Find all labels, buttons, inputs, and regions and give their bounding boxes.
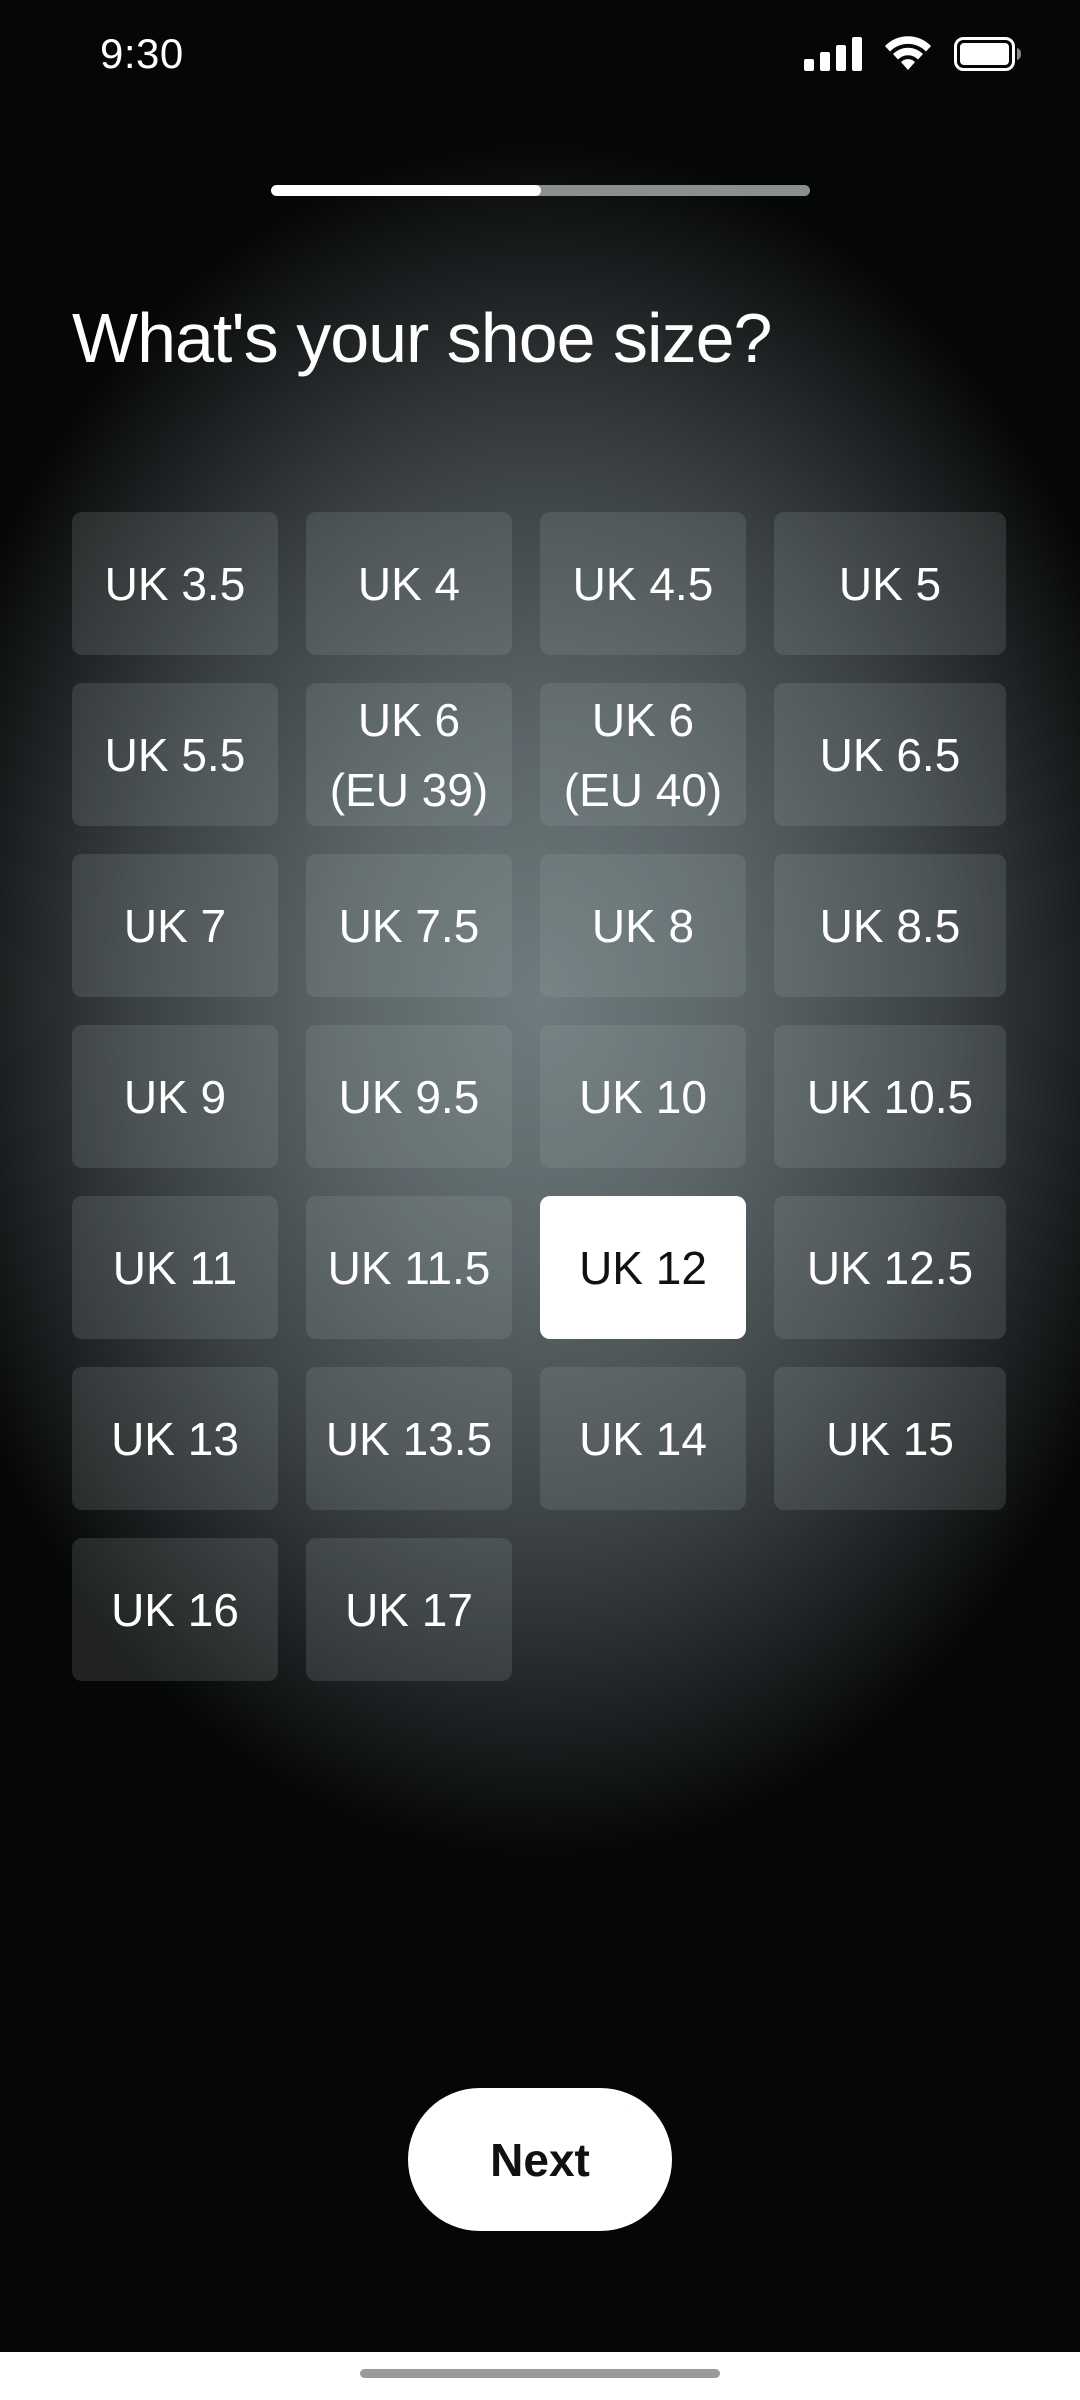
shoe-size-option[interactable]: UK 5.5 bbox=[72, 683, 278, 826]
shoe-size-option[interactable]: UK 11 bbox=[72, 1196, 278, 1339]
shoe-size-option[interactable]: UK 12.5 bbox=[774, 1196, 1006, 1339]
shoe-size-option[interactable]: UK 7 bbox=[72, 854, 278, 997]
shoe-size-option[interactable]: UK 6.5 bbox=[774, 683, 1006, 826]
status-bar: 9:30 bbox=[0, 0, 1080, 110]
page-title: What's your shoe size? bbox=[72, 299, 772, 377]
status-time: 9:30 bbox=[100, 30, 184, 77]
shoe-size-screen: 9:30 What's your shoe size? UK 3.5 UK 4 … bbox=[0, 0, 1080, 2400]
next-button[interactable]: Next bbox=[408, 2088, 672, 2231]
shoe-size-option[interactable]: UK 9.5 bbox=[306, 1025, 512, 1168]
shoe-size-option[interactable]: UK 10.5 bbox=[774, 1025, 1006, 1168]
shoe-size-option[interactable]: UK 4.5 bbox=[540, 512, 746, 655]
onboarding-progress-bar bbox=[271, 185, 810, 196]
shoe-size-option[interactable]: UK 5 bbox=[774, 512, 1006, 655]
shoe-size-option[interactable]: UK 13 bbox=[72, 1367, 278, 1510]
wifi-icon bbox=[884, 36, 932, 77]
shoe-size-option[interactable]: UK 10 bbox=[540, 1025, 746, 1168]
shoe-size-option[interactable]: UK 13.5 bbox=[306, 1367, 512, 1510]
shoe-size-option[interactable]: UK 9 bbox=[72, 1025, 278, 1168]
shoe-size-option[interactable]: UK 3.5 bbox=[72, 512, 278, 655]
progress-bar-fill bbox=[271, 185, 541, 196]
shoe-size-grid: UK 3.5 UK 4 UK 4.5 UK 5 UK 5.5 UK 6 (EU 39) UK… bbox=[72, 512, 1008, 1681]
shoe-size-option[interactable]: UK 15 bbox=[774, 1367, 1006, 1510]
shoe-size-option[interactable]: UK 6 (EU 39) bbox=[306, 683, 512, 826]
cellular-signal-icon bbox=[804, 37, 862, 76]
shoe-size-option[interactable]: UK 8 bbox=[540, 854, 746, 997]
shoe-size-option[interactable]: UK 8.5 bbox=[774, 854, 1006, 997]
battery-icon bbox=[954, 37, 1022, 76]
shoe-size-option[interactable]: UK 11.5 bbox=[306, 1196, 512, 1339]
status-icons bbox=[804, 36, 1022, 77]
shoe-size-option[interactable]: UK 6 (EU 40) bbox=[540, 683, 746, 826]
shoe-size-option[interactable]: UK 14 bbox=[540, 1367, 746, 1510]
home-indicator[interactable] bbox=[360, 2369, 720, 2378]
shoe-size-option[interactable]: UK 7.5 bbox=[306, 854, 512, 997]
shoe-size-option[interactable]: UK 4 bbox=[306, 512, 512, 655]
shoe-size-option[interactable]: UK 17 bbox=[306, 1538, 512, 1681]
shoe-size-option[interactable]: UK 12 bbox=[540, 1196, 746, 1339]
shoe-size-option[interactable]: UK 16 bbox=[72, 1538, 278, 1681]
